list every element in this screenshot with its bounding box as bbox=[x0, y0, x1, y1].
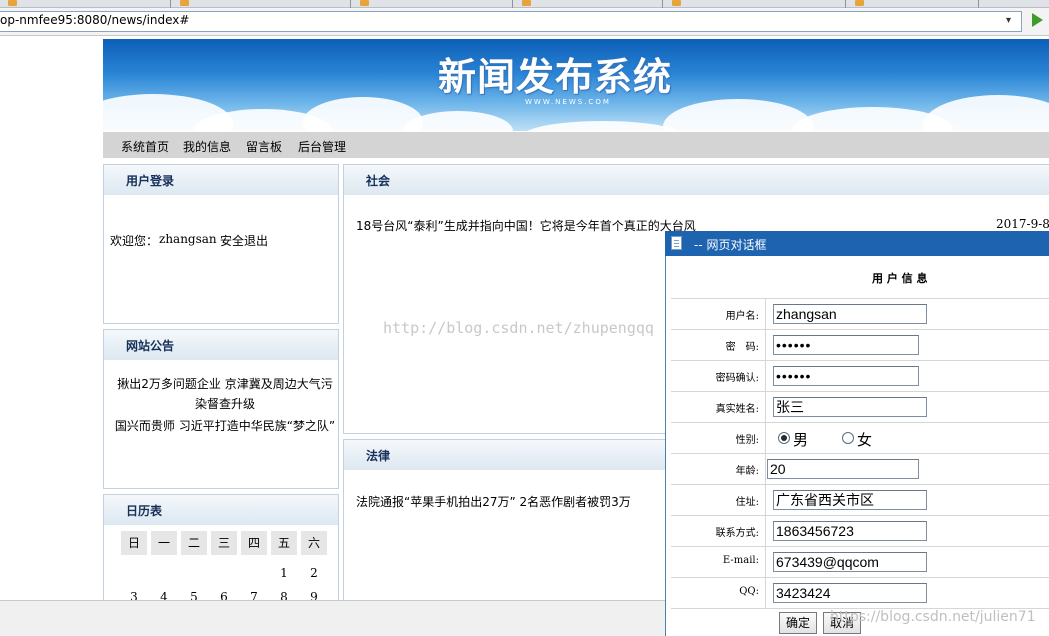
cloud-decoration bbox=[523, 121, 683, 131]
calendar-day[interactable]: 2 bbox=[301, 566, 327, 580]
form-column-divider bbox=[765, 298, 766, 608]
calendar-weekday: 二 bbox=[181, 531, 207, 555]
email-input[interactable] bbox=[773, 552, 927, 572]
password-input[interactable] bbox=[773, 335, 919, 355]
tab-separator bbox=[170, 0, 171, 8]
password-confirm-label: 密码确认: bbox=[715, 373, 759, 384]
watermark-text: http://blog.csdn.net/zhupengqq bbox=[383, 319, 654, 337]
password-confirm-input[interactable] bbox=[773, 366, 919, 386]
dialog-title: -- 网页对话框 bbox=[694, 238, 767, 252]
gender-female-label: 女 bbox=[857, 432, 873, 449]
logout-link[interactable]: 安全退出 bbox=[220, 232, 268, 249]
form-row-border bbox=[671, 422, 1049, 423]
tab-separator bbox=[512, 0, 513, 8]
tab-favicon bbox=[672, 0, 681, 6]
realname-input[interactable] bbox=[773, 397, 927, 417]
news-headline[interactable]: 18号台风“泰利”生成并指向中国！它将是今年首个真正的大台风 bbox=[356, 217, 696, 234]
gender-male-label: 男 bbox=[793, 432, 809, 449]
tab-favicon bbox=[8, 0, 17, 6]
username-input[interactable] bbox=[773, 304, 927, 324]
calendar-weekday: 五 bbox=[271, 531, 297, 555]
tab-favicon bbox=[522, 0, 531, 6]
news-date: 2017-9-8 bbox=[996, 217, 1049, 231]
realname-label: 真实姓名: bbox=[715, 404, 759, 415]
ok-button[interactable]: 确定 bbox=[779, 612, 817, 634]
news-headline[interactable]: 法院通报“苹果手机拍出27万” 2名恶作剧者被罚3万 bbox=[356, 493, 631, 510]
nav-item-guestbook[interactable]: 留言板 bbox=[246, 138, 282, 155]
username-label: 用户名: bbox=[725, 311, 759, 322]
watermark-text: https://blog.csdn.net/julien71 bbox=[830, 609, 1036, 625]
notice-panel: 网站公告 揪出2万多问题企业 京津冀及周边大气污染督查升级 国兴而贵师 习近平打… bbox=[103, 329, 339, 489]
form-row-border bbox=[671, 391, 1049, 392]
calendar-weekday: 三 bbox=[211, 531, 237, 555]
nav-item-my-info[interactable]: 我的信息 bbox=[183, 138, 231, 155]
panel-header: 日历表 bbox=[104, 495, 338, 525]
site-title: 新闻发布系统 bbox=[438, 55, 673, 99]
form-row-border bbox=[671, 453, 1049, 454]
site-subtitle: WWW.NEWS.COM bbox=[525, 98, 611, 106]
tab-favicon bbox=[180, 0, 189, 6]
nav-item-home[interactable]: 系统首页 bbox=[121, 138, 169, 155]
panel-header: 用户登录 bbox=[104, 165, 338, 195]
password-label: 密 码: bbox=[725, 342, 759, 353]
tab-separator bbox=[845, 0, 846, 8]
age-input[interactable] bbox=[767, 459, 919, 479]
dialog-heading: 用 户 信 息 bbox=[872, 272, 928, 285]
welcome-label: 欢迎您： bbox=[110, 234, 159, 248]
nav-item-admin[interactable]: 后台管理 bbox=[298, 138, 346, 155]
notice-item[interactable]: 揪出2万多问题企业 京津冀及周边大气污染督查升级 bbox=[114, 374, 336, 414]
address-label: 住址: bbox=[735, 497, 759, 508]
phone-label: 联系方式: bbox=[715, 528, 759, 539]
calendar-weekday: 一 bbox=[151, 531, 177, 555]
form-row-border bbox=[671, 546, 1049, 547]
gender-male-radio[interactable] bbox=[778, 432, 790, 444]
society-panel-title: 社会 bbox=[366, 174, 391, 188]
form-row-border bbox=[671, 329, 1049, 330]
phone-input[interactable] bbox=[773, 521, 927, 541]
document-icon bbox=[671, 236, 682, 250]
calendar-weekday: 四 bbox=[241, 531, 267, 555]
cloud-decoration bbox=[663, 99, 813, 131]
calendar-weekday: 日 bbox=[121, 531, 147, 555]
form-row-border bbox=[671, 298, 1049, 299]
tab-separator bbox=[662, 0, 663, 8]
notice-panel-title: 网站公告 bbox=[126, 339, 175, 353]
login-panel-title: 用户登录 bbox=[126, 174, 175, 188]
qq-label: QQ: bbox=[739, 586, 759, 597]
form-row-border bbox=[671, 515, 1049, 516]
cloud-decoration bbox=[923, 95, 1049, 131]
chevron-down-icon[interactable]: ▾ bbox=[1006, 15, 1011, 26]
qq-input[interactable] bbox=[773, 583, 927, 603]
tab-favicon bbox=[360, 0, 369, 6]
panel-header: 网站公告 bbox=[104, 330, 338, 360]
calendar-day[interactable]: 1 bbox=[271, 566, 297, 580]
tab-strip bbox=[0, 0, 1049, 8]
go-arrow-icon[interactable] bbox=[1032, 13, 1043, 27]
notice-list: 揪出2万多问题企业 京津冀及周边大气污染督查升级 国兴而贵师 习近平打造中华民族… bbox=[114, 374, 336, 438]
address-input[interactable] bbox=[773, 490, 927, 510]
panel-header: 社会 bbox=[344, 165, 1049, 195]
law-panel-title: 法律 bbox=[366, 449, 391, 463]
age-label: 年龄: bbox=[735, 466, 759, 477]
gender-label: 性别: bbox=[735, 435, 759, 446]
url-text[interactable]: op-nmfee95:8080/news/index# bbox=[0, 13, 189, 27]
calendar-panel-title: 日历表 bbox=[126, 504, 163, 518]
tab-separator bbox=[350, 0, 351, 8]
notice-item[interactable]: 国兴而贵师 习近平打造中华民族“梦之队” bbox=[114, 416, 336, 436]
email-label: E-mail: bbox=[722, 555, 759, 566]
tab-separator bbox=[978, 0, 979, 8]
current-username: zhangsan bbox=[159, 232, 217, 246]
calendar-weekday: 六 bbox=[301, 531, 327, 555]
form-row-border bbox=[671, 360, 1049, 361]
gender-female-radio[interactable] bbox=[842, 432, 854, 444]
nav-bar bbox=[103, 132, 1049, 158]
form-row-border bbox=[671, 577, 1049, 578]
form-row-border bbox=[671, 484, 1049, 485]
tab-favicon bbox=[855, 0, 864, 6]
